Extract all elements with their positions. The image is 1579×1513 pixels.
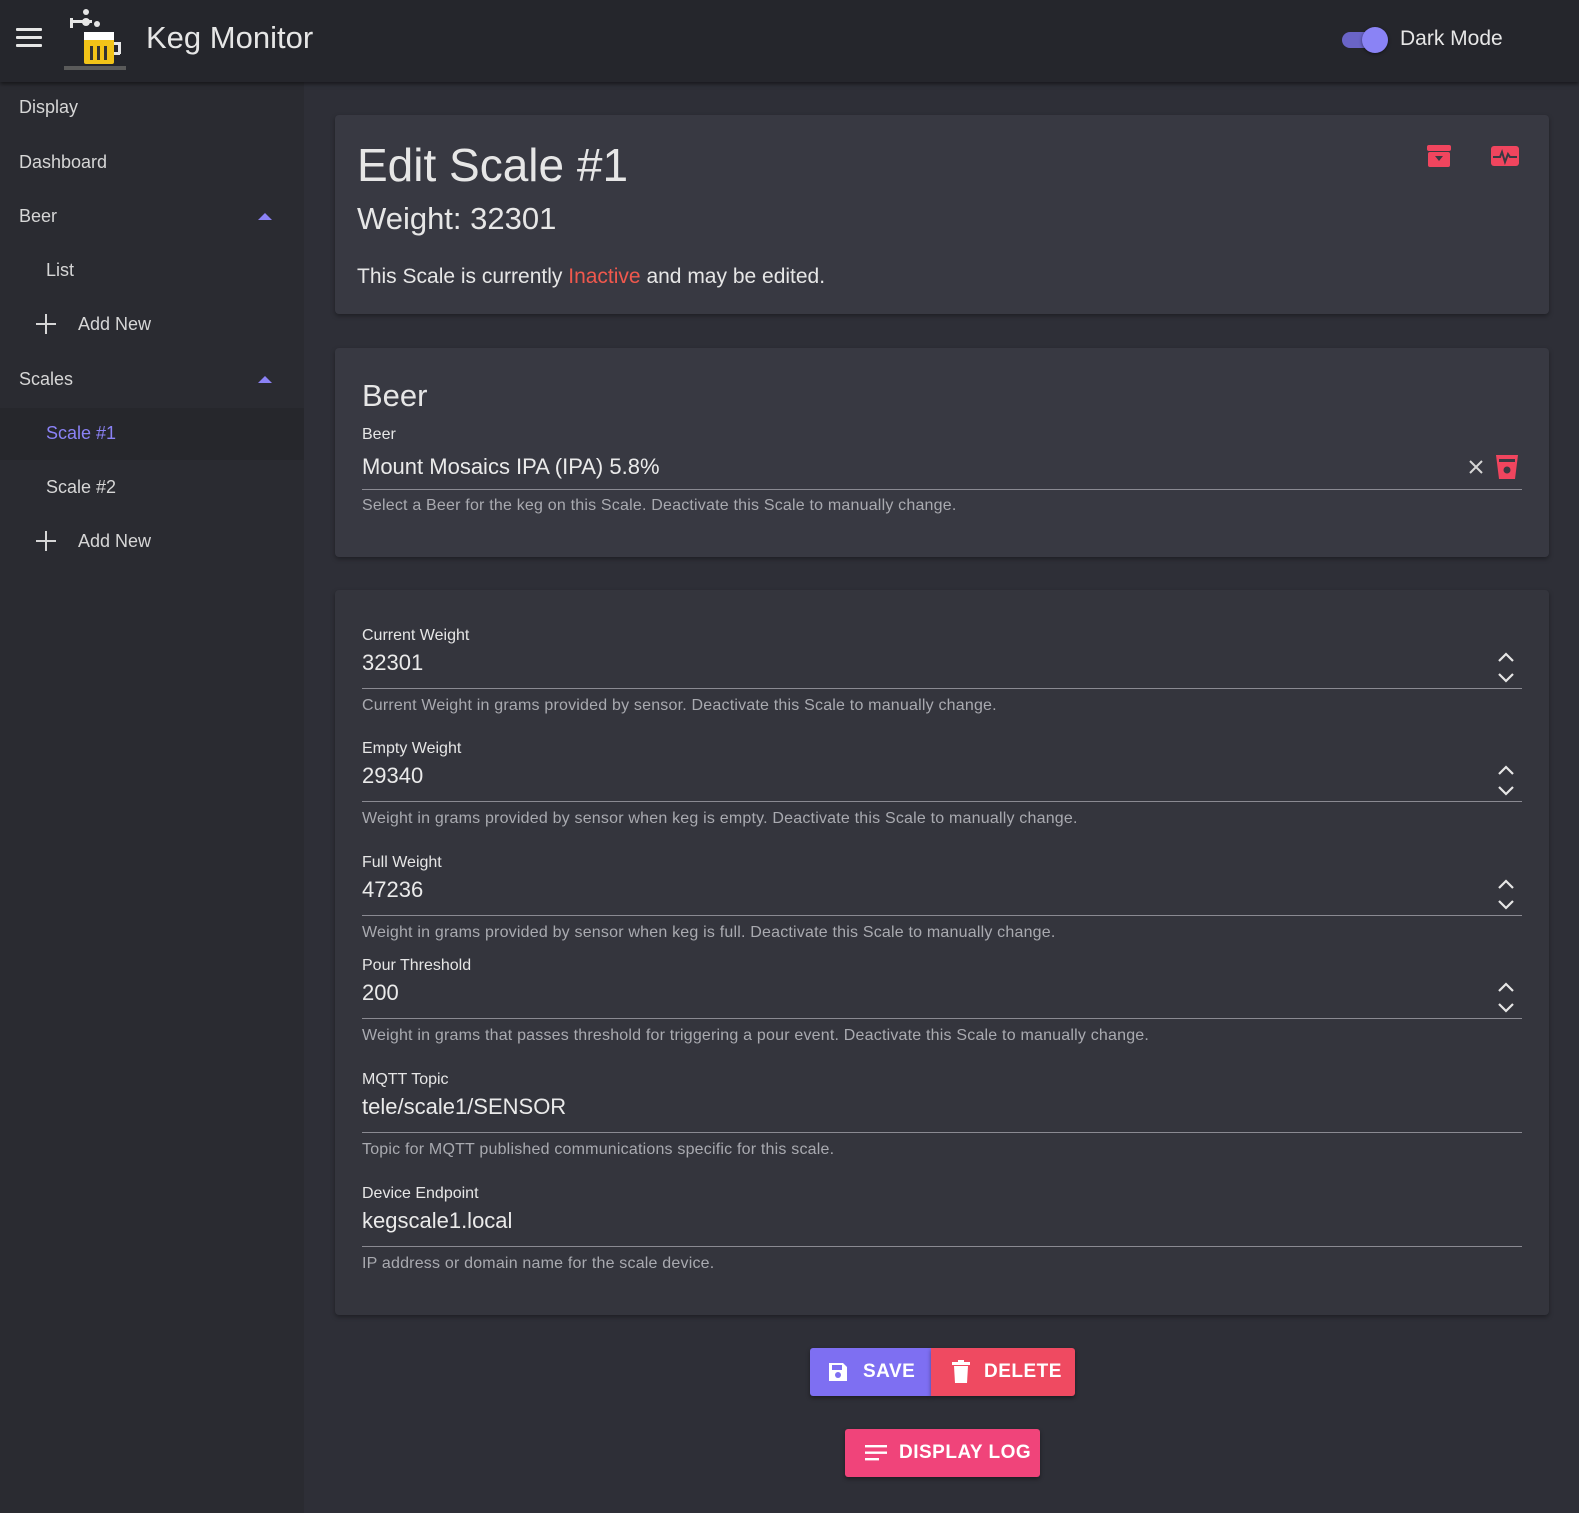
clear-icon[interactable]	[1468, 459, 1484, 475]
sidebar-item-beer-list[interactable]: List	[0, 245, 304, 297]
status-text: This Scale is currently Inactive and may…	[357, 265, 826, 288]
plus-icon	[36, 531, 56, 551]
sidebar-item-label: Add New	[78, 314, 152, 334]
app-title: Keg Monitor	[146, 20, 314, 55]
sidebar-item-dashboard[interactable]: Dashboard	[0, 137, 304, 189]
empty-weight-input[interactable]: 29340	[362, 763, 423, 789]
field-hint: Weight in grams provided by sensor when …	[362, 924, 1056, 941]
page-title: Edit Scale #1	[357, 139, 629, 191]
sidebar-group-beer[interactable]: Beer	[0, 191, 304, 243]
sidebar: Display Dashboard Beer List Add New Scal…	[0, 82, 304, 1513]
delete-button[interactable]: DELETE	[931, 1348, 1075, 1396]
number-stepper-icon[interactable]	[1496, 875, 1516, 915]
beer-section-title: Beer	[362, 378, 428, 413]
weight-heading: Weight: 32301	[357, 201, 557, 236]
sidebar-item-label: Scale #1	[46, 423, 117, 443]
caret-up-icon	[258, 376, 272, 383]
delete-label: DELETE	[984, 1361, 1062, 1382]
number-stepper-icon[interactable]	[1496, 648, 1516, 688]
save-button[interactable]: SAVE	[810, 1348, 931, 1396]
field-hint: Weight in grams that passes threshold fo…	[362, 1027, 1150, 1044]
plus-icon	[36, 314, 56, 334]
beer-card: Beer Beer Mount Mosaics IPA (IPA) 5.8% S…	[335, 348, 1549, 557]
number-stepper-icon[interactable]	[1496, 761, 1516, 801]
field-hint: Current Weight in grams provided by sens…	[362, 697, 997, 714]
beer-field-label: Beer	[362, 426, 396, 443]
field-hint: Weight in grams provided by sensor when …	[362, 810, 1078, 827]
archive-icon[interactable]	[1425, 142, 1457, 174]
field-hint: Topic for MQTT published communications …	[362, 1141, 835, 1158]
device-endpoint-input[interactable]: kegscale1.local	[362, 1208, 512, 1234]
field-label: Empty Weight	[362, 740, 462, 757]
display-log-label: DISPLAY LOG	[899, 1442, 1032, 1463]
sidebar-item-scales-add-new[interactable]: Add New	[0, 516, 304, 568]
sidebar-item-label: Scale #2	[46, 477, 117, 497]
sidebar-item-beer-add-new[interactable]: Add New	[0, 299, 304, 351]
save-icon	[829, 1363, 847, 1381]
scale-details-card: Current Weight 32301 Current Weight in g…	[335, 590, 1549, 1315]
scale-header-card: Edit Scale #1 Weight: 32301 This Scale i…	[335, 115, 1549, 314]
beer-field-hint: Select a Beer for the keg on this Scale.…	[362, 497, 957, 514]
sidebar-item-label: Add New	[78, 531, 152, 551]
field-label: Current Weight	[362, 627, 470, 644]
beer-select-value[interactable]: Mount Mosaics IPA (IPA) 5.8%	[362, 454, 660, 480]
sidebar-item-scale-2[interactable]: Scale #2	[0, 462, 304, 514]
sidebar-item-label: Dashboard	[19, 152, 108, 172]
keg-logo-icon	[64, 9, 126, 70]
field-label: Full Weight	[362, 854, 442, 871]
field-label: Pour Threshold	[362, 957, 472, 974]
pour-threshold-input[interactable]: 200	[362, 980, 399, 1006]
field-label: MQTT Topic	[362, 1071, 449, 1088]
sidebar-item-scale-1[interactable]: Scale #1	[0, 408, 304, 460]
sidebar-item-label: Beer	[19, 206, 58, 226]
field-label: Device Endpoint	[362, 1185, 479, 1202]
dark-mode-label: Dark Mode	[1400, 27, 1503, 50]
sidebar-item-label: Display	[19, 97, 79, 117]
caret-up-icon	[258, 213, 272, 220]
number-stepper-icon[interactable]	[1496, 978, 1516, 1018]
sidebar-group-scales[interactable]: Scales	[0, 354, 304, 406]
status-badge: Inactive	[568, 265, 641, 288]
app-bar: Keg Monitor Dark Mode	[0, 0, 1579, 82]
current-weight-input[interactable]: 32301	[362, 650, 423, 676]
sidebar-item-label: Scales	[19, 369, 74, 389]
menu-icon[interactable]	[16, 28, 42, 48]
mqtt-topic-input[interactable]: tele/scale1/SENSOR	[362, 1094, 566, 1120]
save-label: SAVE	[863, 1361, 916, 1382]
trash-icon	[952, 1360, 970, 1383]
dark-mode-toggle[interactable]	[1340, 27, 1390, 53]
heartbeat-icon[interactable]	[1490, 142, 1522, 174]
display-log-button[interactable]: DISPLAY LOG	[845, 1429, 1040, 1477]
sidebar-item-label: List	[46, 260, 75, 280]
full-weight-input[interactable]: 47236	[362, 877, 423, 903]
sidebar-item-display[interactable]: Display	[0, 82, 304, 134]
text-lines-icon	[865, 1445, 887, 1461]
beer-glass-icon[interactable]	[1494, 453, 1520, 481]
field-hint: IP address or domain name for the scale …	[362, 1255, 715, 1272]
